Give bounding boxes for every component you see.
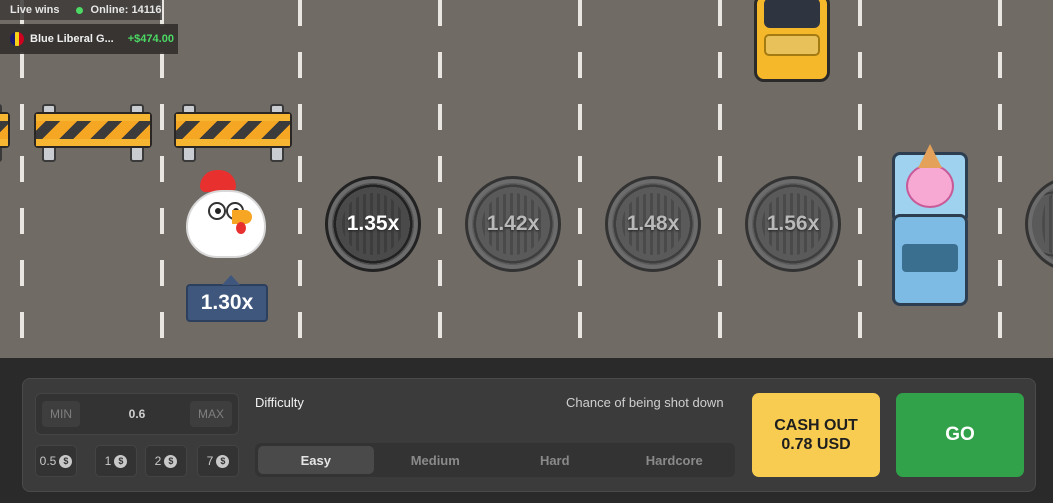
cash-out-title: CASH OUT (774, 417, 858, 434)
win-player-name: Blue Liberal G... (30, 33, 114, 45)
difficulty-selector: Easy Medium Hard Hardcore (255, 443, 735, 477)
quick-bet-button[interactable]: 7 $ (197, 445, 239, 477)
online-count: Online: 14116 (90, 4, 162, 16)
control-panel: MIN 0.6 MAX 0.5 $ 1 $ 2 $ 7 $ Difficulty… (22, 378, 1036, 492)
cash-out-button[interactable]: CASH OUT 0.78 USD (752, 393, 880, 477)
manhole-multiplier-label: 1.42x (486, 212, 540, 235)
manhole-multiplier-label: 1.35x (346, 212, 400, 235)
lane-divider (858, 0, 862, 358)
dollar-coin-icon: $ (216, 454, 230, 468)
lane-divider (298, 0, 302, 358)
manhole-multiplier[interactable]: 1 (1025, 176, 1053, 272)
manhole-multiplier[interactable]: 1.35x (325, 176, 421, 272)
difficulty-label: Difficulty (255, 395, 304, 410)
go-button[interactable]: GO (896, 393, 1024, 477)
difficulty-tab-hardcore[interactable]: Hardcore (617, 446, 733, 474)
road-barrier (34, 104, 152, 162)
max-bet-button[interactable]: MAX (189, 401, 232, 427)
road-barrier (0, 104, 10, 162)
current-multiplier-badge: 1.30x (186, 275, 268, 322)
win-amount: +$474.00 (127, 33, 174, 45)
quick-bet-amount: 2 (154, 454, 162, 468)
manhole-multiplier[interactable]: 1.56x (745, 176, 841, 272)
chance-label: Chance of being shot down (566, 395, 724, 410)
dollar-coin-icon: $ (164, 454, 178, 468)
manhole-multiplier-label: 1.56x (766, 212, 820, 235)
road-barrier (174, 104, 292, 162)
manhole-multiplier[interactable]: 1.42x (465, 176, 561, 272)
online-status-icon (75, 6, 83, 14)
quick-bet-button[interactable]: 2 $ (145, 445, 187, 477)
lane-divider (998, 0, 1002, 358)
quick-bet-amount: 0.5 (39, 454, 57, 468)
quick-bet-amount: 7 (206, 454, 214, 468)
lane-divider (578, 0, 582, 358)
difficulty-tab-hard[interactable]: Hard (497, 446, 613, 474)
quick-bet-button[interactable]: 0.5 $ (35, 445, 77, 477)
lane-divider (438, 0, 442, 358)
ice-cream-truck (884, 144, 976, 308)
dollar-coin-icon: $ (114, 454, 128, 468)
manhole-multiplier-label: 1.48x (626, 212, 680, 235)
difficulty-tab-medium[interactable]: Medium (378, 446, 494, 474)
manhole-multiplier[interactable]: 1.48x (605, 176, 701, 272)
live-wins-title: Live wins (10, 4, 60, 16)
live-win-item: Blue Liberal G... +$474.00 (0, 24, 178, 54)
yellow-car (754, 0, 830, 82)
chicken-player (178, 168, 270, 264)
cash-out-amount: 0.78 USD (781, 436, 851, 453)
dollar-coin-icon: $ (59, 454, 73, 468)
bet-amount-input[interactable]: MIN 0.6 MAX (35, 393, 239, 435)
quick-bet-amount: 1 (104, 454, 112, 468)
flag-icon (10, 32, 24, 46)
live-wins-bar: Live wins Online: 14116 (0, 0, 162, 20)
lane-divider (718, 0, 722, 358)
difficulty-tab-easy[interactable]: Easy (258, 446, 374, 474)
quick-bet-button[interactable]: 1 $ (95, 445, 137, 477)
